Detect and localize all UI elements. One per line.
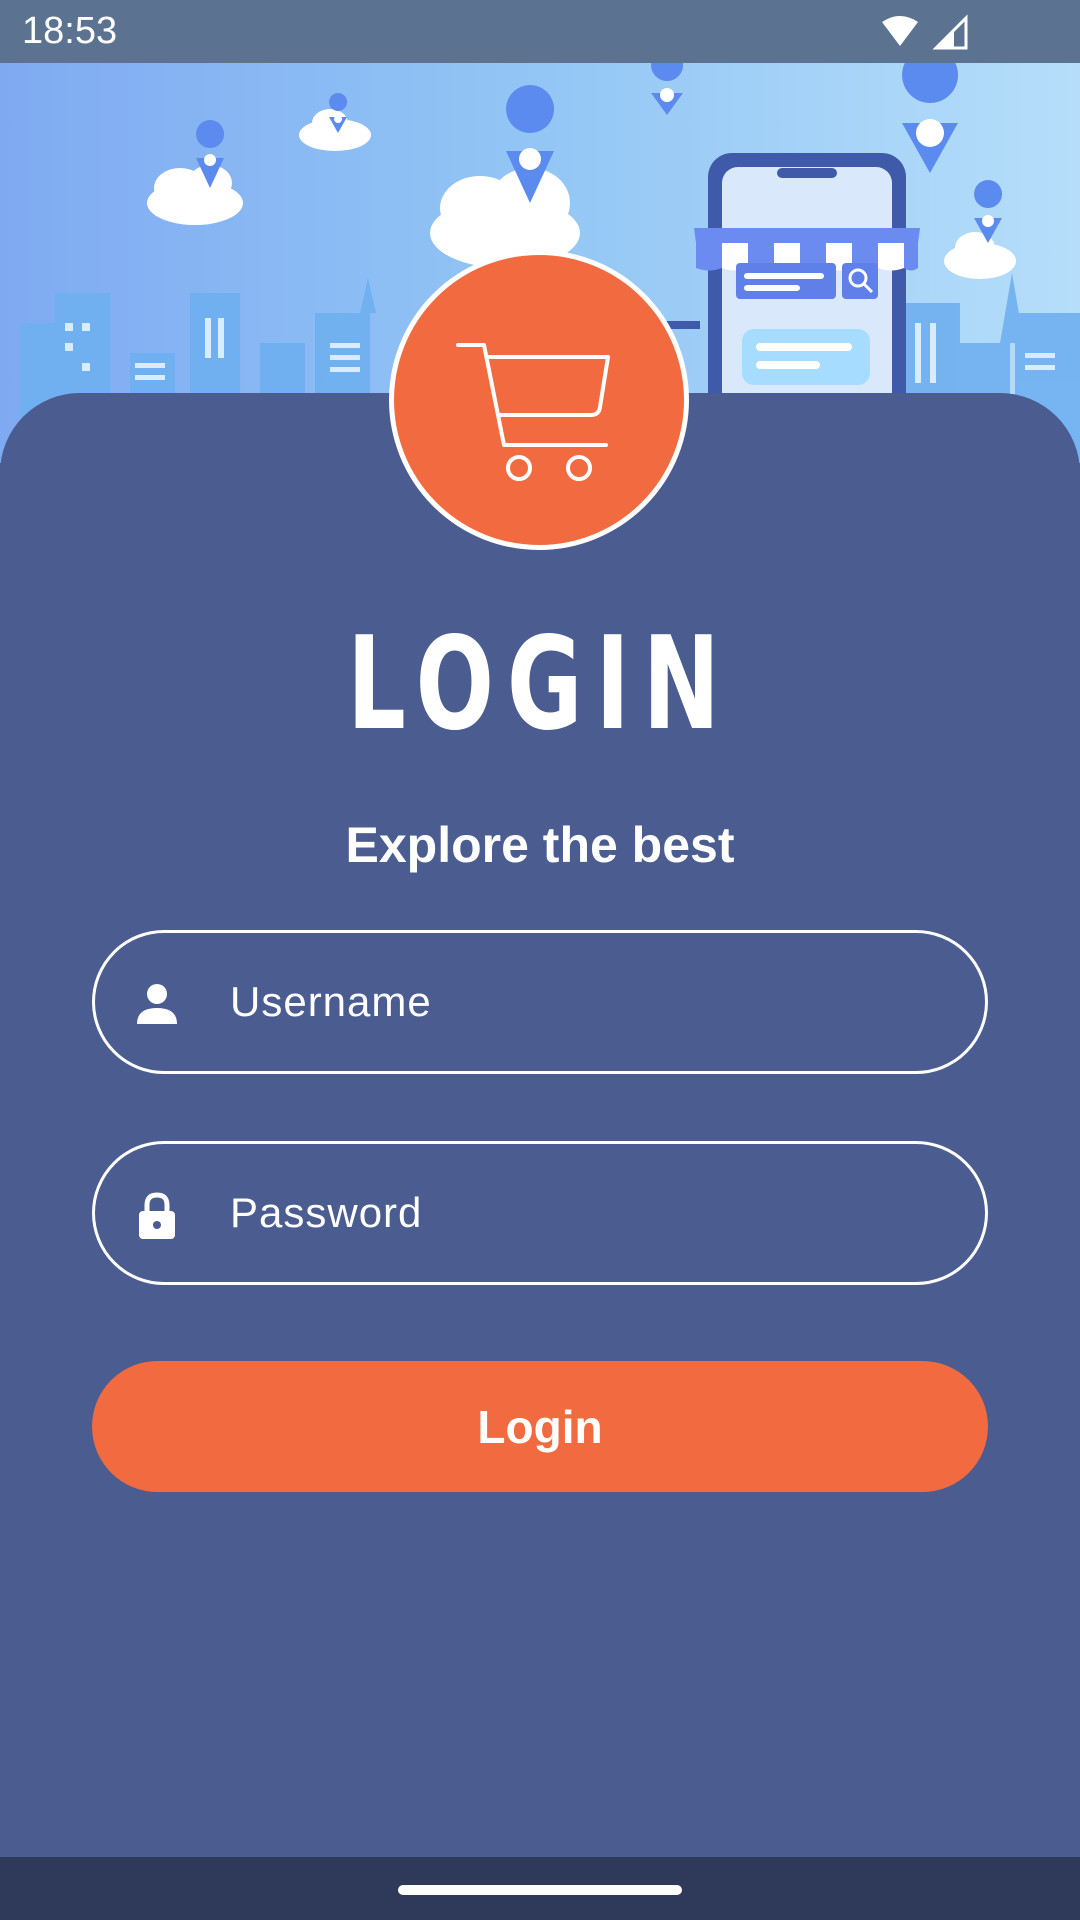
lock-icon bbox=[139, 1192, 175, 1239]
page-subtitle: Explore the best bbox=[345, 817, 735, 873]
login-screen: 18:53 LOGIN Explore the best Username Lo… bbox=[0, 0, 1080, 1920]
password-input[interactable] bbox=[230, 1144, 950, 1282]
page-title: LOGIN bbox=[347, 610, 733, 759]
login-button[interactable]: Login bbox=[92, 1361, 988, 1492]
status-bar: 18:53 bbox=[0, 0, 1080, 63]
person-icon bbox=[137, 984, 177, 1024]
status-time: 18:53 bbox=[22, 10, 118, 52]
signal-wifi-icon bbox=[882, 14, 968, 50]
navigation-bar bbox=[0, 1857, 1080, 1920]
username-input[interactable] bbox=[230, 933, 950, 1071]
password-field[interactable] bbox=[92, 1141, 988, 1285]
app-logo bbox=[389, 250, 689, 550]
username-field[interactable] bbox=[92, 930, 988, 1074]
home-gesture-handle[interactable] bbox=[398, 1885, 682, 1895]
shopping-cart-icon bbox=[456, 343, 610, 481]
